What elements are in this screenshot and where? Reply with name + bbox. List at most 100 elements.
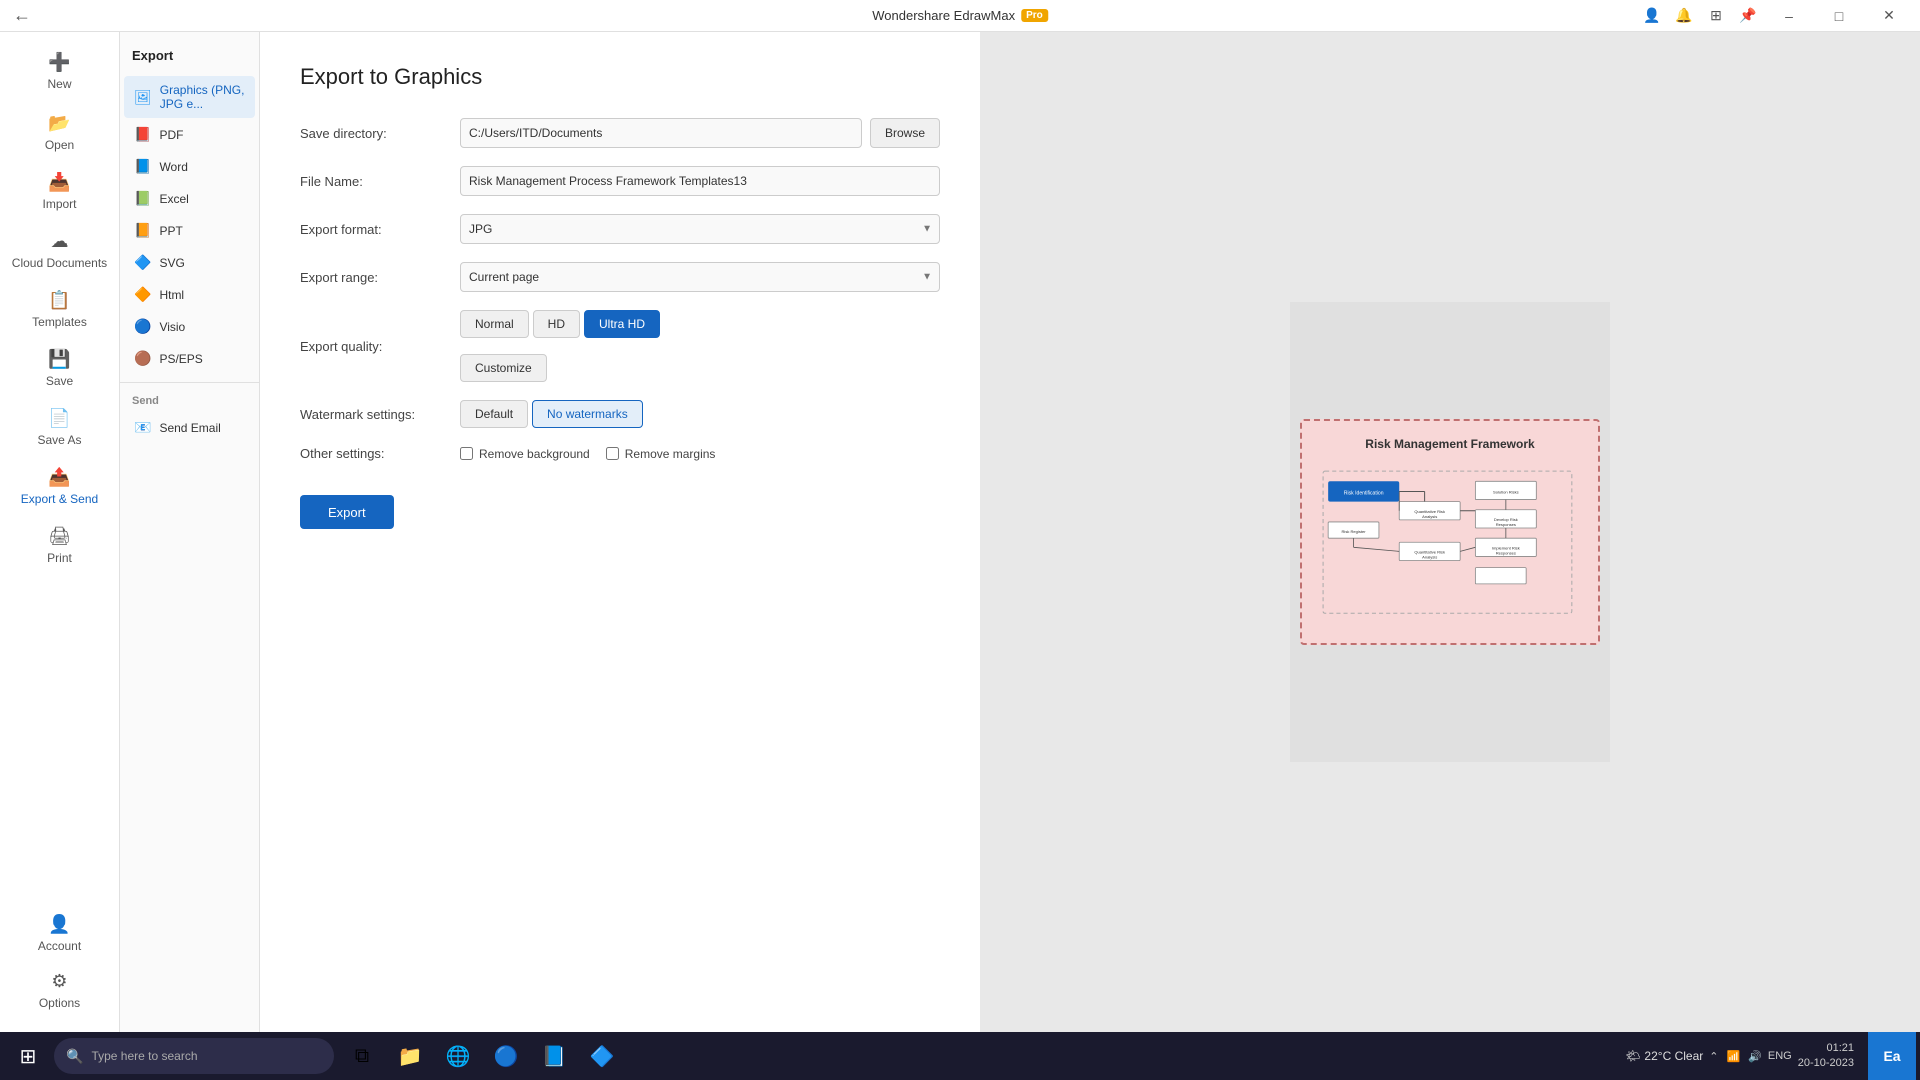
taskbar-explorer[interactable]: 📁 [388, 1034, 432, 1078]
svg-text:Risk Register: Risk Register [1342, 529, 1367, 534]
export-button[interactable]: Export [300, 495, 394, 529]
restore-button[interactable]: □ [1816, 0, 1862, 32]
side-panel-html[interactable]: 🔶 Html [124, 279, 255, 310]
network-icon[interactable]: 📶 [1726, 1050, 1740, 1063]
taskbar-edraw[interactable]: 🔷 [580, 1034, 624, 1078]
preview-diagram-title: Risk Management Framework [1318, 437, 1582, 451]
remove-background-checkbox[interactable]: Remove background [460, 447, 590, 461]
ea-button[interactable]: Ea [1868, 1032, 1916, 1080]
save-directory-row: Save directory: Browse [300, 118, 940, 148]
watermark-buttons: Default No watermarks [460, 400, 940, 428]
nav-options-label: Options [39, 996, 80, 1010]
file-name-row: File Name: [300, 166, 940, 196]
side-panel-svg[interactable]: 🔷 SVG [124, 247, 255, 278]
side-panel-excel[interactable]: 📗 Excel [124, 183, 255, 214]
taskbar: ⊞ 🔍 Type here to search ⧉ 📁 🌐 🔵 📘 🔷 🌤 22… [0, 1032, 1920, 1080]
remove-margins-checkbox[interactable]: Remove margins [606, 447, 716, 461]
export-range-control: Current page All pages Selected pages ▼ [460, 262, 940, 292]
nav-account[interactable]: 👤 Account [6, 906, 113, 961]
titlebar: ← Wondershare EdrawMax Pro 👤 🔔 ⊞ 📌 ‒ □ ✕ [0, 0, 1920, 32]
watermark-none-button[interactable]: No watermarks [532, 400, 643, 428]
side-panel-pdf[interactable]: 📕 PDF [124, 119, 255, 150]
svg-text:Responses: Responses [1496, 551, 1516, 556]
remove-background-input[interactable] [460, 447, 473, 460]
side-panel-word[interactable]: 📘 Word [124, 151, 255, 182]
taskbar-taskview[interactable]: ⧉ [340, 1034, 384, 1078]
side-panel-pseps[interactable]: 🟤 PS/EPS [124, 343, 255, 374]
export-format-row: Export format: JPG PNG BMP TIFF GIF ▼ [300, 214, 940, 244]
side-panel-pdf-label: PDF [159, 128, 183, 142]
language-indicator[interactable]: ENG [1768, 1050, 1792, 1062]
start-button[interactable]: ⊞ [4, 1032, 52, 1080]
nav-new-label: New [47, 77, 71, 91]
quality-ultrahd-button[interactable]: Ultra HD [584, 310, 660, 338]
weather-widget: 🌤 22°C Clear [1625, 1049, 1703, 1063]
nav-new[interactable]: ➕ New [6, 42, 113, 101]
export-panel-title: Export to Graphics [300, 64, 940, 90]
nav-account-label: Account [38, 939, 81, 953]
volume-icon[interactable]: 🔊 [1748, 1050, 1762, 1063]
other-settings-control: Remove background Remove margins [460, 447, 940, 461]
app-title: Wondershare EdrawMax Pro [872, 8, 1048, 23]
other-settings-label: Other settings: [300, 446, 460, 461]
side-panel-ppt[interactable]: 📙 PPT [124, 215, 255, 246]
side-panel-visio-label: Visio [159, 320, 185, 334]
clock[interactable]: 01:21 20-10-2023 [1798, 1041, 1854, 1072]
nav-open[interactable]: 📂 Open [6, 105, 113, 160]
bell-icon[interactable]: 🔔 [1670, 2, 1698, 30]
nav-cloud[interactable]: ☁ Cloud Documents [6, 223, 113, 278]
side-panel-visio[interactable]: 🔵 Visio [124, 311, 255, 342]
nav-print-label: Print [47, 551, 72, 565]
nav-templates[interactable]: 📋 Templates [6, 282, 113, 337]
taskbar-word[interactable]: 📘 [532, 1034, 576, 1078]
customize-button[interactable]: Customize [460, 354, 547, 382]
edraw-taskbar-icon: 🔷 [590, 1044, 615, 1069]
watermark-label: Watermark settings: [300, 407, 460, 422]
side-panel: Export 🖼 Graphics (PNG, JPG e... 📕 PDF 📘… [120, 32, 260, 1032]
nav-import[interactable]: 📥 Import [6, 164, 113, 219]
nav-print[interactable]: 🖨 Print [6, 518, 113, 573]
nav-saveas[interactable]: 📄 Save As [6, 400, 113, 455]
watermark-default-button[interactable]: Default [460, 400, 528, 428]
browse-button[interactable]: Browse [870, 118, 940, 148]
explorer-icon: 📁 [398, 1044, 423, 1069]
nav-options[interactable]: ⚙ Options [6, 963, 113, 1018]
back-button[interactable]: ← [8, 2, 36, 30]
remove-margins-input[interactable] [606, 447, 619, 460]
nav-export[interactable]: 📤 Export & Send [6, 459, 113, 514]
close-button[interactable]: ✕ [1866, 0, 1912, 32]
taskbar-chrome[interactable]: 🔵 [484, 1034, 528, 1078]
weather-icon: 🌤 [1625, 1049, 1640, 1063]
export-range-select[interactable]: Current page All pages Selected pages [460, 262, 940, 292]
taskbar-edge[interactable]: 🌐 [436, 1034, 480, 1078]
search-placeholder: Type here to search [91, 1049, 197, 1063]
preview-area: Risk Management Framework Risk Identific… [980, 32, 1920, 1032]
side-panel-graphics[interactable]: 🖼 Graphics (PNG, JPG e... [124, 76, 255, 118]
side-panel-excel-label: Excel [159, 192, 188, 206]
excel-icon: 📗 [134, 190, 151, 207]
svg-icon: 🔷 [134, 254, 151, 271]
side-panel-sendemail[interactable]: 📧 Send Email [124, 412, 255, 443]
nav-save[interactable]: 💾 Save [6, 341, 113, 396]
tray-chevron[interactable]: ⌃ [1709, 1050, 1718, 1063]
pin-icon[interactable]: 📌 [1734, 2, 1762, 30]
file-name-control [460, 166, 940, 196]
send-email-icon: 📧 [134, 419, 151, 436]
taskbar-tray: 🌤 22°C Clear ⌃ 📶 🔊 ENG 01:21 20-10-2023 [1613, 1041, 1866, 1072]
weather-text: 22°C Clear [1644, 1049, 1703, 1063]
save-directory-input[interactable] [460, 118, 862, 148]
nav-saveas-label: Save As [37, 433, 81, 447]
quality-normal-button[interactable]: Normal [460, 310, 529, 338]
minimize-button[interactable]: ‒ [1766, 0, 1812, 32]
tray-icons: ⌃ 📶 🔊 [1709, 1050, 1762, 1063]
export-format-label: Export format: [300, 222, 460, 237]
file-name-input[interactable] [460, 166, 940, 196]
side-panel-svg-label: SVG [159, 256, 184, 270]
avatar-icon[interactable]: 👤 [1638, 2, 1666, 30]
pseps-icon: 🟤 [134, 350, 151, 367]
export-format-select[interactable]: JPG PNG BMP TIFF GIF [460, 214, 940, 244]
grid-icon[interactable]: ⊞ [1702, 2, 1730, 30]
quality-hd-button[interactable]: HD [533, 310, 580, 338]
taskbar-search[interactable]: 🔍 Type here to search [54, 1038, 334, 1074]
svg-text:Risk Identification: Risk Identification [1344, 491, 1384, 497]
